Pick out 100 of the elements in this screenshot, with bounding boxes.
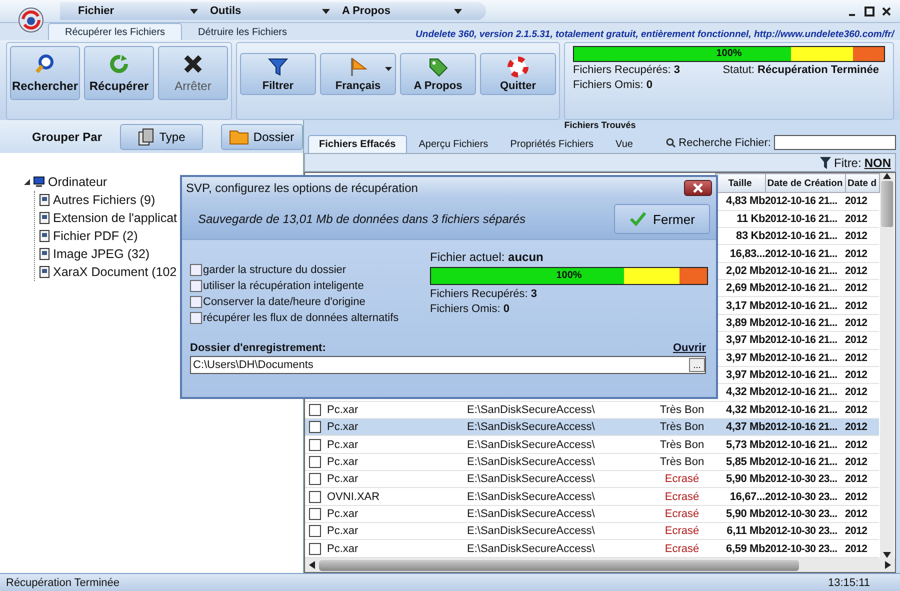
- scroll-thumb[interactable]: [880, 181, 892, 227]
- row-checkbox[interactable]: [309, 542, 321, 555]
- row-checkbox[interactable]: [309, 473, 321, 486]
- file-state: Ecrasé: [664, 525, 700, 538]
- creation-date: 2012-10-30 23...: [765, 542, 838, 555]
- expander-icon[interactable]: [24, 179, 30, 185]
- tree-item[interactable]: Autres Fichiers (9): [53, 193, 156, 207]
- table-row[interactable]: Pc.xar E:\SanDiskSecureAccess\ Très Bon 4,32 Mb2012-10-16 21... 2012: [305, 401, 879, 418]
- tree-item[interactable]: Extension de l'applicat: [53, 211, 177, 225]
- folder-field[interactable]: C:\Users\DH\Documents ...: [190, 356, 706, 374]
- option-checkbox[interactable]: garder la structure du dossier: [190, 264, 410, 276]
- app-logo-icon[interactable]: [18, 7, 44, 33]
- tree-item[interactable]: Ordinateur: [48, 175, 108, 189]
- file-name: Pc.xar: [327, 508, 358, 520]
- table-row[interactable]: Pc.xar E:\SanDiskSecureAccess\ Très Bon 4,37 Mb2012-10-16 21... 2012: [305, 418, 879, 436]
- creation-date: 2012-10-16 21...: [765, 404, 838, 416]
- vertical-scrollbar[interactable]: [880, 173, 894, 558]
- row-checkbox[interactable]: [309, 490, 321, 503]
- table-row[interactable]: Pc.xar E:\SanDiskSecureAccess\ Ecrasé 5,90 Mb2012-10-30 23... 2012: [305, 470, 879, 488]
- option-checkbox[interactable]: récupérer les flux de données alternatifs: [190, 312, 410, 324]
- ribbon-button[interactable]: Quitter: [480, 53, 556, 95]
- lifebuoy-icon: [507, 56, 529, 78]
- column-header[interactable]: Taille: [715, 174, 765, 193]
- file-size: 83 Kb: [736, 230, 765, 242]
- file-size: 16,67...: [730, 490, 765, 503]
- column-header[interactable]: Date de Création: [765, 174, 845, 193]
- row-checkbox[interactable]: [309, 508, 321, 520]
- table-cell: 2012: [845, 230, 868, 242]
- menu-item[interactable]: A Propos: [336, 5, 468, 17]
- creation-date: 2012-10-30 23...: [765, 508, 838, 520]
- ribbon-tab[interactable]: Détruire les Fichiers: [182, 24, 303, 40]
- ribbon-button[interactable]: Rechercher: [10, 46, 80, 100]
- horizontal-scrollbar[interactable]: [305, 558, 895, 572]
- file-tab[interactable]: Aperçu Fichiers: [408, 136, 498, 153]
- file-tab[interactable]: Vue: [606, 136, 643, 153]
- menu-item[interactable]: Fichier: [72, 5, 204, 17]
- row-checkbox[interactable]: [309, 404, 321, 416]
- file-size: 3,89 Mb: [726, 316, 765, 329]
- row-checkbox[interactable]: [309, 456, 321, 468]
- row-checkbox[interactable]: [309, 421, 321, 434]
- browse-button[interactable]: ...: [689, 358, 705, 372]
- tree-item[interactable]: XaraX Document (102: [53, 265, 177, 279]
- column-header[interactable]: Date d: [845, 174, 879, 193]
- scroll-thumb[interactable]: [319, 560, 799, 570]
- file-size: 4,37 Mb: [726, 421, 765, 434]
- file-tab[interactable]: Fichiers Effacés: [308, 135, 407, 153]
- file-size: 3,97 Mb: [726, 352, 765, 364]
- table-row[interactable]: Pc.xar E:\SanDiskSecureAccess\ Ecrasé 5,90 Mb2012-10-30 23... 2012: [305, 505, 879, 523]
- close-icon[interactable]: [881, 6, 892, 16]
- table-row[interactable]: Pc.xar E:\SanDiskSecureAccess\ Très Bon 5,73 Mb2012-10-16 21... 2012: [305, 436, 879, 454]
- file-name: Pc.xar: [327, 473, 358, 486]
- file-name: Pc.xar: [327, 421, 358, 434]
- ribbon-button[interactable]: A Propos: [400, 53, 476, 95]
- creation-date: 2012-10-16 21...: [765, 195, 838, 208]
- file-icon: [39, 230, 50, 242]
- file-state: Ecrasé: [664, 473, 700, 486]
- file-size: 5,73 Mb: [726, 438, 765, 450]
- table-row[interactable]: Pc.xar E:\SanDiskSecureAccess\ Très Bon 5,85 Mb2012-10-16 21... 2012: [305, 453, 879, 471]
- search-field[interactable]: [774, 135, 896, 150]
- file-state: Très Bon: [660, 438, 704, 450]
- close-dialog-button[interactable]: Fermer: [614, 204, 710, 234]
- table-row[interactable]: OVNI.XAR E:\SanDiskSecureAccess\ Ecrasé 16,67...2012-10-30 23... 2012: [305, 488, 879, 506]
- ribbon-button[interactable]: Récupérer: [84, 46, 154, 100]
- group-button[interactable]: Dossier: [220, 124, 303, 150]
- scroll-left-icon[interactable]: [309, 561, 315, 569]
- scroll-right-icon[interactable]: [885, 561, 891, 569]
- file-tab[interactable]: Propriétés Fichiers: [500, 136, 604, 153]
- menu-item[interactable]: Outils: [204, 5, 336, 17]
- group-button[interactable]: Type: [120, 124, 203, 150]
- tree-item[interactable]: Image JPEG (32): [53, 247, 150, 261]
- table-cell: 2012: [845, 264, 868, 277]
- creation-date: 2012-10-16 21...: [765, 334, 838, 346]
- file-size: 4,32 Mb: [726, 386, 765, 398]
- tree-item[interactable]: Fichier PDF (2): [53, 229, 138, 243]
- version-banner[interactable]: Undelete 360, version 2.1.5.31, totalement gratuit, entièrement fonctionnel, http://www.undelete360.com/fr/: [416, 29, 900, 40]
- file-size: 11 Kb: [736, 212, 765, 225]
- ribbon-button[interactable]: Filtrer: [240, 53, 316, 95]
- ribbon-tab[interactable]: Récupérer les Fichiers: [48, 23, 182, 40]
- table-row[interactable]: Pc.xar E:\SanDiskSecureAccess\ Ecrasé 6,11 Mb2012-10-30 23... 2012: [305, 522, 879, 540]
- folder-label: Dossier d'enregistrement:: [190, 342, 326, 354]
- caret-icon: [322, 8, 330, 14]
- close-button[interactable]: [684, 180, 712, 196]
- row-checkbox[interactable]: [309, 438, 321, 450]
- creation-date: 2012-10-16 21...: [765, 282, 838, 294]
- ribbon-button[interactable]: Français: [320, 53, 396, 95]
- file-path: E:\SanDiskSecureAccess\: [467, 473, 595, 486]
- creation-date: 2012-10-30 23...: [765, 473, 838, 486]
- creation-date: 2012-10-16 21...: [765, 300, 838, 312]
- creation-date: 2012-10-16 21...: [765, 421, 838, 434]
- creation-date: 2012-10-16 21...: [765, 369, 838, 382]
- option-checkbox[interactable]: Conserver la date/heure d'origine: [190, 296, 410, 308]
- file-path: E:\SanDiskSecureAccess\: [467, 421, 595, 434]
- row-checkbox[interactable]: [309, 525, 321, 538]
- maximize-icon[interactable]: [864, 6, 875, 16]
- open-link[interactable]: Ouvrir: [672, 342, 706, 354]
- table-cell: 2012: [845, 473, 868, 486]
- option-checkbox[interactable]: utiliser la récupération inteligente: [190, 280, 410, 292]
- file-state: Très Bon: [660, 421, 704, 434]
- filter-value[interactable]: NON: [864, 156, 891, 170]
- status-message: Récupération Terminée: [5, 577, 120, 589]
